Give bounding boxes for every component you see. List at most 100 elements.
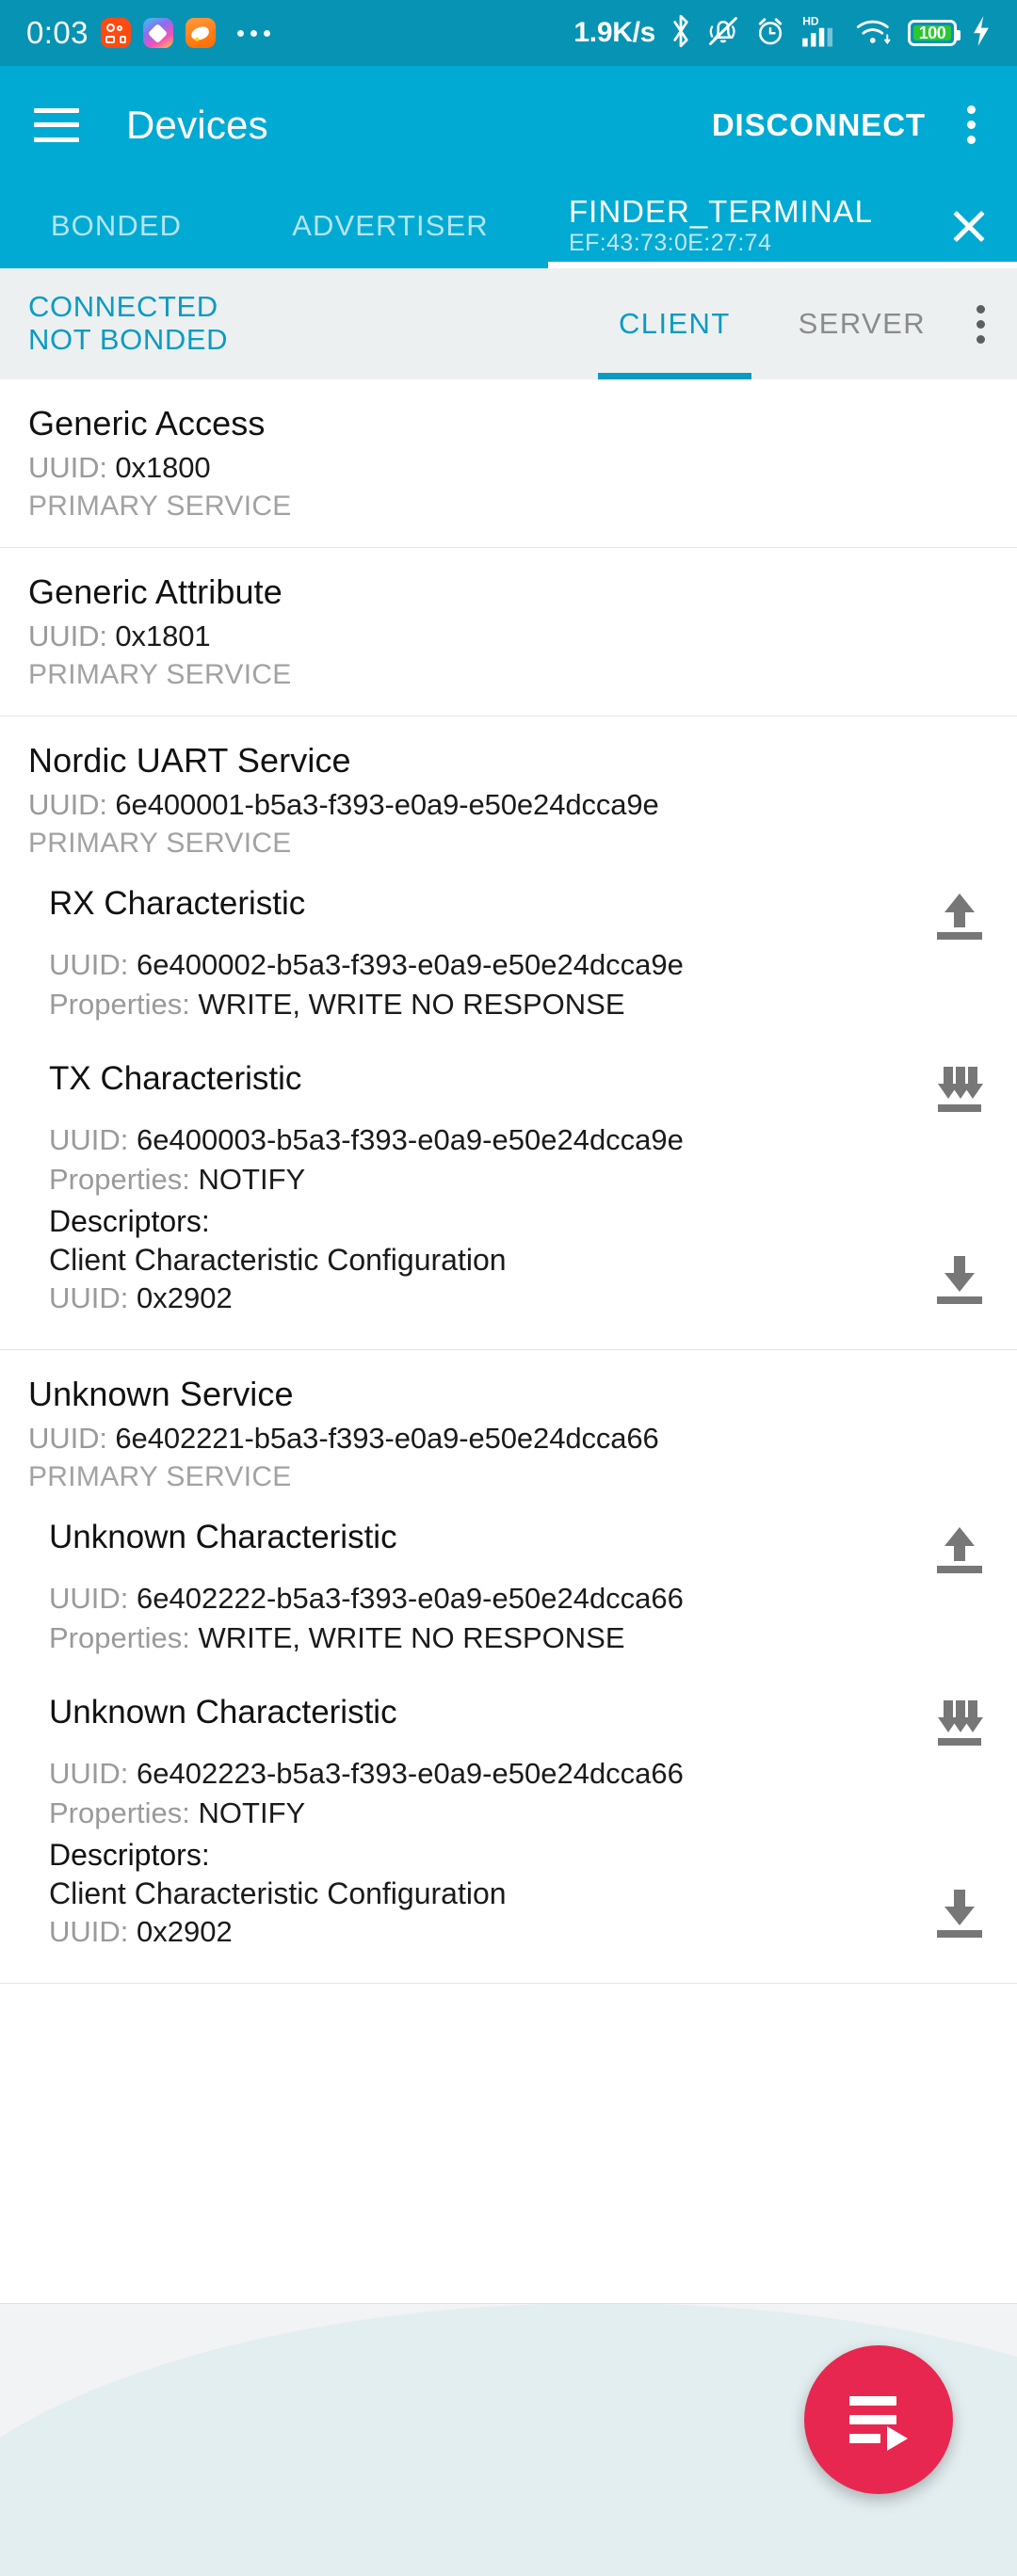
connection-state: CONNECTED <box>28 290 218 324</box>
uuid-value: 0x1801 <box>115 620 211 652</box>
characteristic-properties: Properties: NOTIFY <box>49 1163 306 1196</box>
client-server-tabs: CLIENT SERVER <box>585 268 960 379</box>
read-download-icon[interactable] <box>928 1876 991 1940</box>
device-tab-bar: BONDED ADVERTISER FINDER_TERMINAL EF:43:… <box>0 184 1017 268</box>
characteristic-properties: Properties: WRITE, WRITE NO RESPONSE <box>49 988 625 1021</box>
notify-icon[interactable] <box>928 1059 991 1118</box>
read-download-icon[interactable] <box>928 1243 991 1307</box>
uuid-value: 6e400001-b5a3-f393-e0a9-e50e24dcca9e <box>115 788 659 821</box>
descriptor-item[interactable]: Client Characteristic Configuration UUID:… <box>49 1876 991 1949</box>
wifi-icon <box>855 14 895 53</box>
fish-icon <box>185 18 216 48</box>
service-name: Generic Access <box>28 404 266 443</box>
characteristic-item[interactable]: TX Characteristic UUID: 6e400003-b5a3-f39… <box>28 1059 991 1321</box>
characteristic-uuid: UUID: 6e400003-b5a3-f393-e0a9-e50e24dcca… <box>49 1123 684 1156</box>
descriptor-text: Client Characteristic Configuration UUID:… <box>49 1876 507 1949</box>
characteristic-header: Unknown Characteristic <box>49 1693 991 1751</box>
kebab-menu-icon[interactable] <box>954 98 989 152</box>
battery-level: 100 <box>918 23 946 42</box>
characteristic-name: Unknown Characteristic <box>49 1519 397 1555</box>
characteristic-header: TX Characteristic <box>49 1059 991 1118</box>
status-clock: 0:03 <box>26 15 89 50</box>
playlist-play-fab-button[interactable] <box>804 2345 953 2494</box>
playlist-play-icon <box>849 2394 908 2451</box>
silent-bell-icon <box>706 14 740 53</box>
service-type: PRIMARY SERVICE <box>28 828 292 859</box>
descriptors-label: Descriptors: <box>49 1204 210 1238</box>
uuid-value: 0x1800 <box>115 451 211 484</box>
service-name: Generic Attribute <box>28 572 282 611</box>
descriptors-label: Descriptors: <box>49 1838 210 1872</box>
characteristic-list: Unknown Characteristic UUID: 6e402222-b5a… <box>28 1518 991 1955</box>
service-item[interactable]: Unknown Service UUID: 6e402221-b5a3-f393-… <box>0 1350 1017 1984</box>
app-bar-actions: DISCONNECT <box>712 98 989 152</box>
service-type: PRIMARY SERVICE <box>28 1461 292 1492</box>
kuaishou-icon <box>100 18 131 48</box>
uuid-label: UUID: <box>28 451 107 484</box>
descriptor-name: Client Characteristic Configuration <box>49 1243 507 1277</box>
tab-bonded[interactable]: BONDED <box>0 184 233 268</box>
connection-kebab-menu-icon[interactable] <box>977 304 985 344</box>
characteristic-item[interactable]: Unknown Characteristic UUID: 6e402223-b5a… <box>28 1693 991 1955</box>
system-status-bar: 0:03 1.9K/s HD 100 <box>0 0 1017 66</box>
service-name: Unknown Service <box>28 1375 294 1413</box>
characteristic-header: Unknown Characteristic <box>49 1518 991 1576</box>
service-type: PRIMARY SERVICE <box>28 491 292 522</box>
service-item[interactable]: Generic Access UUID: 0x1800 PRIMARY SERVIC… <box>0 379 1017 548</box>
uuid-value: 6e402221-b5a3-f393-e0a9-e50e24dcca66 <box>115 1422 659 1455</box>
write-upload-icon[interactable] <box>928 884 991 942</box>
close-icon[interactable] <box>942 199 996 253</box>
service-item[interactable]: Generic Attribute UUID: 0x1801 PRIMARY SER… <box>0 548 1017 716</box>
network-speed: 1.9K/s <box>573 17 655 48</box>
uuid-label: UUID: <box>28 788 107 821</box>
gallery-icon <box>142 18 173 48</box>
characteristic-item[interactable]: RX Characteristic UUID: 6e400002-b5a3-f39… <box>28 884 991 1027</box>
characteristic-uuid: UUID: 6e402223-b5a3-f393-e0a9-e50e24dcca… <box>49 1757 684 1790</box>
charging-bolt-icon <box>970 15 993 52</box>
tab-client[interactable]: CLIENT <box>585 268 765 379</box>
characteristic-properties: Properties: NOTIFY <box>49 1796 306 1829</box>
tab-client-indicator <box>598 373 751 379</box>
descriptor-uuid: UUID: 0x2902 <box>49 1915 233 1948</box>
gatt-service-list: Generic Access UUID: 0x1800 PRIMARY SERVIC… <box>0 379 1017 1984</box>
characteristic-name: Unknown Characteristic <box>49 1694 397 1731</box>
descriptor-item[interactable]: Client Characteristic Configuration UUID:… <box>49 1243 991 1315</box>
tab-bonded-label: BONDED <box>50 209 183 242</box>
bond-state: NOT BONDED <box>28 323 229 356</box>
tab-device-name: FINDER_TERMINAL <box>569 194 874 230</box>
tab-client-label: CLIENT <box>619 307 731 340</box>
notify-icon[interactable] <box>928 1693 991 1751</box>
service-uuid: UUID: 6e400001-b5a3-f393-e0a9-e50e24dcca… <box>28 788 991 822</box>
tab-server-label: SERVER <box>798 307 926 340</box>
service-type: PRIMARY SERVICE <box>28 659 292 690</box>
tab-device-info: FINDER_TERMINAL EF:43:73:0E:27:74 <box>569 195 873 257</box>
service-uuid: UUID: 0x1800 <box>28 451 991 485</box>
connection-bar: CONNECTED NOT BONDED CLIENT SERVER <box>0 268 1017 379</box>
uuid-label: UUID: <box>28 620 107 652</box>
write-upload-icon[interactable] <box>928 1518 991 1576</box>
descriptor-text: Client Characteristic Configuration UUID:… <box>49 1243 507 1315</box>
tab-server[interactable]: SERVER <box>765 268 960 379</box>
alarm-clock-icon <box>753 14 787 53</box>
bluetooth-icon <box>669 13 693 54</box>
characteristic-header: RX Characteristic <box>49 884 991 942</box>
status-bar-right: 1.9K/s HD 100 <box>573 13 993 54</box>
characteristic-properties: Properties: WRITE, WRITE NO RESPONSE <box>49 1621 625 1654</box>
uuid-label: UUID: <box>28 1422 107 1455</box>
service-uuid: UUID: 6e402221-b5a3-f393-e0a9-e50e24dcca… <box>28 1422 991 1456</box>
descriptor-name: Client Characteristic Configuration <box>49 1876 507 1910</box>
service-item[interactable]: Nordic UART Service UUID: 6e400001-b5a3-f… <box>0 716 1017 1350</box>
status-bar-left: 0:03 <box>26 15 270 51</box>
tab-advertiser[interactable]: ADVERTISER <box>233 184 548 268</box>
tab-finder-terminal[interactable]: FINDER_TERMINAL EF:43:73:0E:27:74 <box>548 184 1017 268</box>
disconnect-button[interactable]: DISCONNECT <box>712 107 926 143</box>
service-name: Nordic UART Service <box>28 741 351 780</box>
connection-status: CONNECTED NOT BONDED <box>28 291 228 356</box>
tab-device-address: EF:43:73:0E:27:74 <box>569 229 772 256</box>
characteristic-item[interactable]: Unknown Characteristic UUID: 6e402222-b5a… <box>28 1518 991 1661</box>
status-overflow-dots-icon <box>236 29 270 37</box>
bottom-area <box>0 2303 1017 2576</box>
page-title: Devices <box>126 102 268 147</box>
characteristic-list: RX Characteristic UUID: 6e400002-b5a3-f39… <box>28 884 991 1321</box>
hamburger-menu-icon[interactable] <box>34 107 79 142</box>
